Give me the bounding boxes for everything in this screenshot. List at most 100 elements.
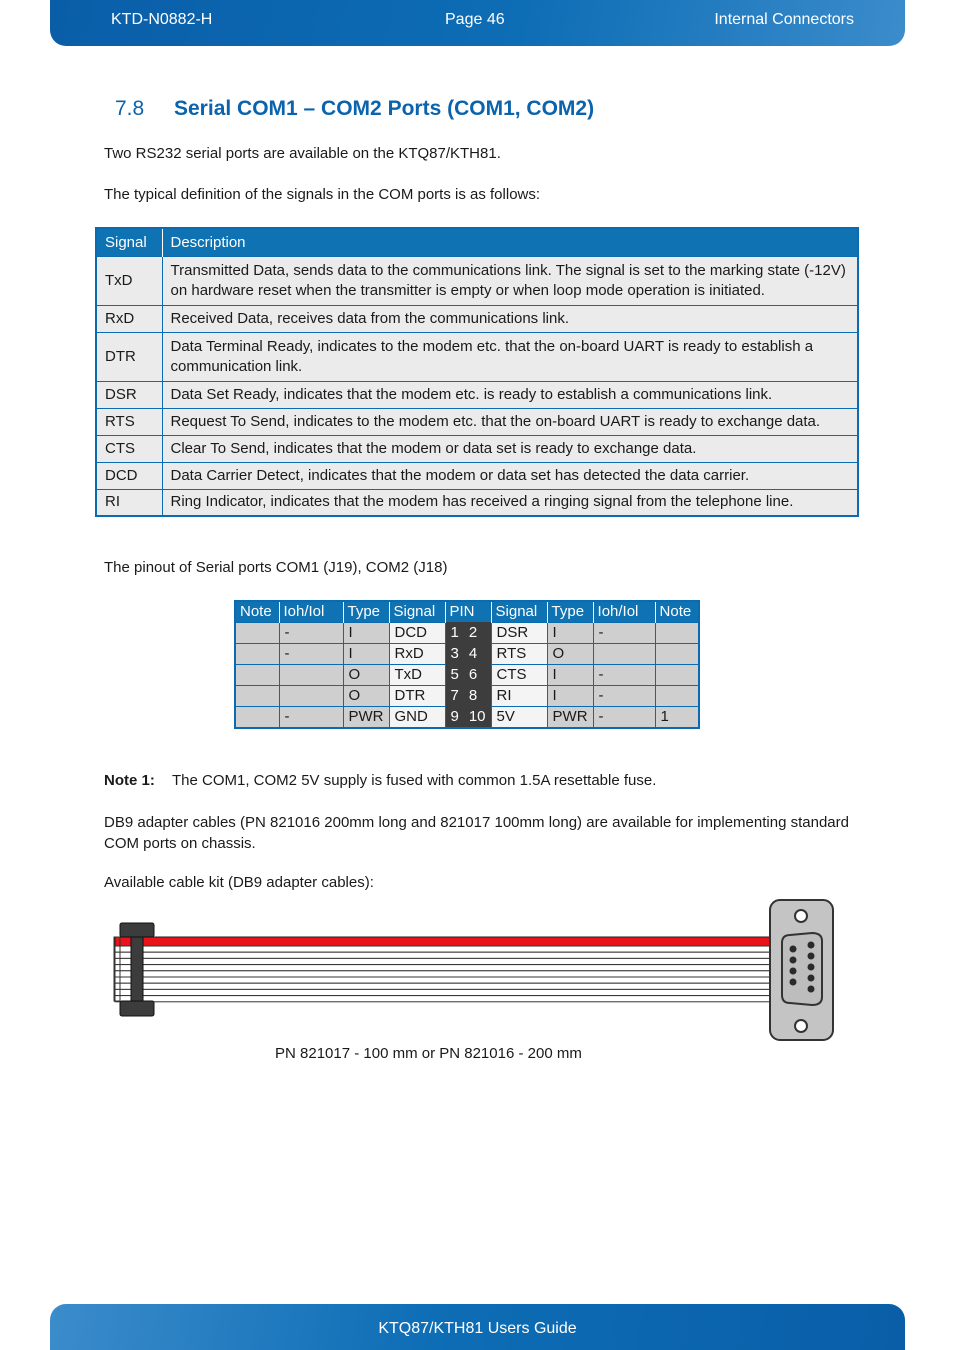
type-left-cell: I [342,642,389,664]
chapter-title: Internal Connectors [714,11,854,28]
type-left-cell: PWR [342,705,389,728]
wire-white [114,982,776,990]
column-header-note-left: Note [235,601,279,622]
wire-white [114,945,776,953]
table-row: DTR Data Terminal Ready, indicates to th… [96,331,858,381]
db9-screw-hole-top [794,909,808,923]
db9-pin [789,945,797,953]
signal-cell: TxD [96,255,163,305]
table-header-row: Signal Description [96,228,858,256]
table-row: RI Ring Indicator, indicates that the mo… [96,488,858,516]
column-header-description: Description [161,228,858,256]
cable-caption: PN 821017 - 100 mm or PN 821016 - 200 mm [275,1045,582,1062]
description-cell: Data Set Ready, indicates that the modem… [162,380,858,408]
signal-cell: DCD [96,461,163,489]
type-right-cell: PWR [546,705,594,728]
pin-odd-cell: 3 [444,642,465,664]
note-left-cell [234,663,279,685]
column-header-ioh-left: Ioh/Iol [278,601,343,622]
signal-cell: DSR [96,380,163,408]
ioh-right-cell: - [592,684,656,706]
signal-left-cell: DCD [388,621,445,643]
pin-even-cell: 8 [464,684,492,706]
db9-pin [789,956,797,964]
ioh-left-cell [278,663,343,685]
pin-odd-cell: 1 [444,621,465,643]
pinout-row: - I RxD 3 4 RTS O [234,642,700,664]
column-header-signal-right: Signal [490,601,548,622]
wire-red [114,936,776,947]
wire-white [114,970,776,978]
section-number: 7.8 [115,97,145,120]
pin-odd-cell: 7 [444,684,465,706]
signal-left-cell: GND [388,705,445,728]
wire-white [114,988,776,997]
page-header: KTD-N0882-H Page 46 Internal Connectors [50,0,905,46]
ioh-left-cell: - [278,642,343,664]
db9-pin [807,952,815,960]
description-cell: Received Data, receives data from the co… [162,304,858,332]
ioh-right-cell: - [592,705,656,728]
type-left-cell: I [342,621,389,643]
signal-definition-table: Signal Description TxD Transmitted Data,… [95,227,859,517]
idc-body [130,936,144,1002]
section-title: Serial COM1 – COM2 Ports (COM1, COM2) [174,97,595,120]
table-row: DCD Data Carrier Detect, indicates that … [96,461,858,489]
db9-pin [789,967,797,975]
pin-even-cell: 4 [464,642,492,664]
page-number: Page 46 [445,11,505,28]
note-right-cell: 1 [654,705,700,728]
db9-pin [807,941,815,949]
document-id: KTD-N0882-H [111,11,213,28]
wire-white [114,976,776,984]
type-left-cell: O [342,663,389,685]
note-left-cell [234,684,279,706]
signal-cell: DTR [96,331,163,381]
pinout-row: O TxD 5 6 CTS I - [234,663,700,685]
note-1-label: Note 1: [104,772,155,789]
db9-pin [789,978,797,986]
db9-shell [781,931,823,1007]
table-row: CTS Clear To Send, indicates that the mo… [96,434,858,462]
note-right-cell [654,621,700,643]
pinout-row: - I DCD 1 2 DSR I - [234,621,700,643]
table-row: RTS Request To Send, indicates to the mo… [96,407,858,435]
description-cell: Data Terminal Ready, indicates to the mo… [162,331,858,381]
pinout-row: - PWR GND 9 10 5V PWR -1 [234,705,700,728]
pin-even-cell: 6 [464,663,492,685]
column-header-pin: PIN [444,601,492,622]
idc-bottom-latch [119,1000,155,1017]
signal-cell: RxD [96,304,163,332]
note-1: Note 1: The COM1, COM2 5V supply is fused… [104,772,656,789]
signal-right-cell: RI [490,684,548,706]
db9-cable-illustration [113,899,834,1041]
ioh-right-cell: - [592,621,656,643]
signal-right-cell: 5V [490,705,548,728]
footer-title: KTQ87/KTH81 Users Guide [378,1320,577,1337]
wire-white [114,951,776,959]
note-right-cell [654,663,700,685]
signal-right-cell: RTS [490,642,548,664]
pin-even-cell: 10 [464,705,492,728]
intro-paragraph-2: The typical definition of the signals in… [104,186,541,203]
description-cell: Request To Send, indicates to the modem … [162,407,858,435]
db9-pin [807,963,815,971]
column-header-type-right: Type [546,601,594,622]
signal-right-cell: DSR [490,621,548,643]
type-right-cell: I [546,621,594,643]
ioh-right-cell: - [592,663,656,685]
note-1-text: The COM1, COM2 5V supply is fused with c… [172,772,657,789]
signal-left-cell: DTR [388,684,445,706]
column-header-signal: Signal [96,228,162,256]
column-header-note-right: Note [654,601,700,622]
pin-odd-cell: 9 [444,705,465,728]
db9-pin [807,985,815,993]
ioh-left-cell [278,684,343,706]
signal-left-cell: TxD [388,663,445,685]
db9-paragraph: DB9 adapter cables (PN 821016 200mm long… [104,814,849,852]
description-cell: Ring Indicator, indicates that the modem… [162,488,858,516]
signal-cell: CTS [96,434,163,462]
intro-paragraph-1: Two RS232 serial ports are available on … [104,145,501,162]
db9-screw-hole-bottom [794,1019,808,1033]
pinout-row: O DTR 7 8 RI I - [234,684,700,706]
